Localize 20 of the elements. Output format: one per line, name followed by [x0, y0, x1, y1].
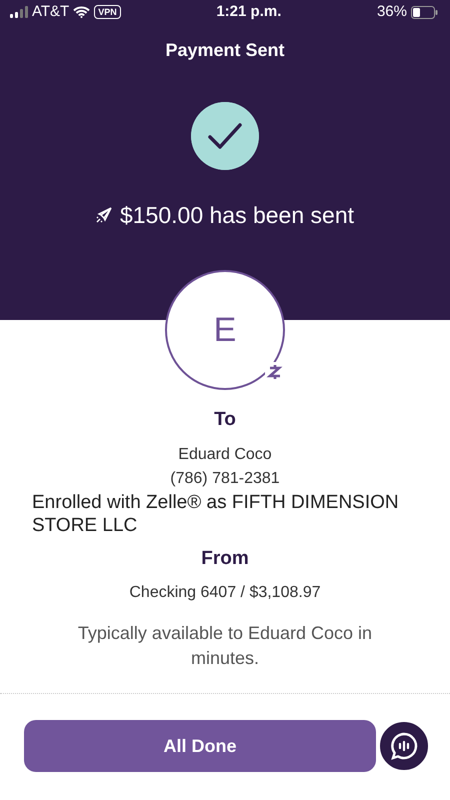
- section-label: To: [213, 408, 237, 432]
- enrollment-text: Enrolled with Zelle® as FIFTH DIMENSION STORE LLC: [31, 490, 400, 536]
- account-info: Checking 6407 / $3,108.97: [128, 583, 322, 603]
- status-time: 1:21 p.m.: [216, 2, 282, 22]
- sent-message: $150.00 has been sent: [120, 201, 354, 230]
- recipient-phone: (786) 781-2381: [169, 468, 281, 488]
- done-button[interactable]: All Done: [24, 720, 376, 772]
- section-label: From: [200, 546, 250, 570]
- page-title: Payment Sent: [165, 38, 285, 62]
- chat-icon[interactable]: [378, 720, 430, 772]
- wifi-icon: [73, 6, 90, 18]
- battery-percentage: 36%: [376, 2, 407, 22]
- battery-icon: [411, 6, 438, 18]
- recipient-name: Eduard Coco: [177, 444, 273, 464]
- vpn-indicator: VPN: [94, 5, 121, 19]
- paper-plane-icon: [96, 207, 112, 224]
- carrier-name: AT&T: [32, 2, 70, 22]
- availability-text: Typically available to Eduard Coco in minutes.: [76, 622, 374, 670]
- signal-icon: [10, 6, 28, 18]
- checkmark-icon: [191, 102, 259, 170]
